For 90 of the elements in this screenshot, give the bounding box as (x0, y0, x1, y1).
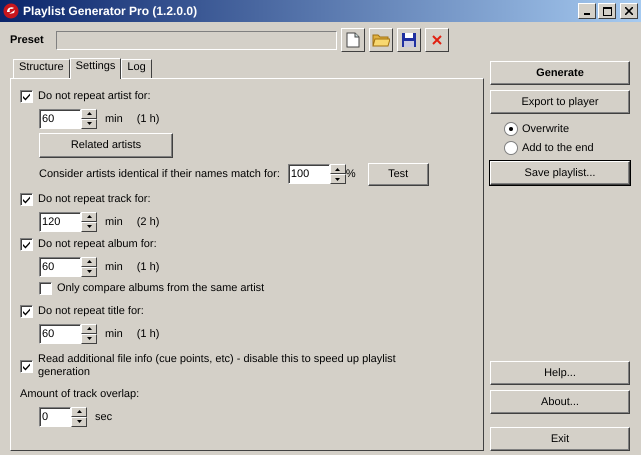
number-field[interactable]: 100 (288, 164, 330, 184)
radio-button[interactable] (504, 122, 518, 136)
checkbox-label: Do not repeat track for: (38, 193, 150, 205)
number-field[interactable]: 0 (39, 406, 71, 426)
app-icon (3, 3, 19, 19)
window-title: Playlist Generator Pro (1.2.0.0) (23, 4, 198, 18)
number-field[interactable]: 120 (39, 212, 81, 232)
checkbox-label: Do not repeat title for: (38, 305, 144, 317)
up-arrow-button[interactable] (330, 164, 346, 174)
export-button[interactable]: Export to player (490, 90, 630, 114)
hours-label: (2 h) (136, 216, 160, 228)
down-arrow-button[interactable] (81, 222, 97, 232)
preset-field[interactable] (56, 30, 337, 50)
down-arrow-button[interactable] (81, 334, 97, 344)
triangle-up-icon (86, 260, 92, 263)
hours-label: (1 h) (136, 260, 160, 272)
minimize-button[interactable] (578, 3, 596, 19)
unit-label: min (105, 260, 123, 272)
maximize-icon (602, 6, 612, 16)
unit-label: min (105, 112, 123, 124)
new-button[interactable] (341, 28, 365, 52)
open-button[interactable] (369, 28, 393, 52)
related-artists-button[interactable]: Related artists (39, 132, 173, 158)
tab[interactable]: Structure (13, 59, 70, 78)
down-arrow-button[interactable] (71, 416, 87, 426)
hours-label: (1 h) (136, 112, 160, 124)
down-arrow-button[interactable] (81, 266, 97, 276)
maximize-button[interactable] (598, 3, 616, 19)
checkbox[interactable] (20, 90, 33, 102)
checkbox[interactable] (20, 360, 33, 372)
checkbox-label: Read additional file info (cue points, etc) - disable this to speed up playlist generation (38, 353, 397, 379)
number-field[interactable]: 60 (39, 108, 81, 128)
unit-label: % (346, 168, 356, 180)
tab[interactable]: Log (121, 59, 152, 78)
preset-label: Preset (10, 34, 45, 46)
checkbox[interactable] (20, 238, 33, 250)
checkbox[interactable] (39, 282, 52, 294)
check-icon (22, 306, 31, 316)
check-icon (22, 92, 31, 100)
tab[interactable]: Settings (70, 58, 122, 79)
radio-label: Add to the end (522, 142, 594, 154)
hours-label: (1 h) (136, 328, 160, 340)
folder-icon (372, 33, 390, 47)
check-icon (22, 240, 31, 248)
save-button[interactable] (397, 28, 421, 52)
checkbox-label: Do not repeat album for: (38, 238, 157, 250)
delete-button[interactable] (425, 28, 449, 52)
triangle-down-icon (86, 337, 92, 340)
up-arrow-button[interactable] (81, 324, 97, 334)
close-icon (625, 7, 633, 15)
test-button[interactable]: Test (368, 162, 429, 186)
checkbox[interactable] (20, 192, 33, 206)
triangle-up-icon (86, 215, 92, 218)
checkbox-label: Only compare albums from the same artist (57, 282, 264, 294)
triangle-down-icon (86, 225, 92, 228)
help-button[interactable]: Help... (490, 361, 630, 385)
triangle-down-icon (86, 270, 92, 273)
triangle-up-icon (76, 410, 82, 413)
radio-button[interactable] (504, 140, 518, 154)
up-arrow-button[interactable] (81, 256, 97, 266)
down-arrow-button[interactable] (81, 118, 97, 128)
match-label: Consider artists identical if their names match for: (39, 168, 280, 180)
close-icon (432, 35, 442, 45)
about-button[interactable]: About... (490, 390, 630, 414)
up-arrow-button[interactable] (71, 406, 87, 416)
overlap-label: Amount of track overlap: (20, 388, 140, 400)
triangle-down-icon (76, 420, 82, 423)
checkbox-label: Do not repeat artist for: (38, 90, 150, 102)
up-arrow-button[interactable] (81, 108, 97, 118)
number-field[interactable]: 60 (39, 256, 81, 276)
triangle-up-icon (335, 168, 340, 170)
up-arrow-button[interactable] (81, 212, 97, 222)
check-icon (22, 194, 31, 204)
triangle-down-icon (86, 122, 92, 125)
check-icon (22, 362, 31, 370)
triangle-up-icon (86, 327, 92, 330)
triangle-down-icon (335, 178, 340, 180)
number-field[interactable]: 60 (39, 324, 81, 344)
unit-label: min (105, 328, 123, 340)
generate-button[interactable]: Generate (490, 61, 630, 85)
document-icon (346, 32, 360, 48)
radio-label: Overwrite (522, 122, 570, 134)
triangle-up-icon (86, 112, 92, 115)
unit-label: sec (95, 410, 112, 422)
unit-label: min (105, 216, 123, 228)
close-button[interactable] (620, 3, 638, 19)
checkbox[interactable] (20, 304, 33, 318)
down-arrow-button[interactable] (330, 174, 346, 184)
exit-button[interactable]: Exit (490, 427, 630, 451)
save-playlist-button[interactable]: Save playlist... (490, 161, 630, 185)
